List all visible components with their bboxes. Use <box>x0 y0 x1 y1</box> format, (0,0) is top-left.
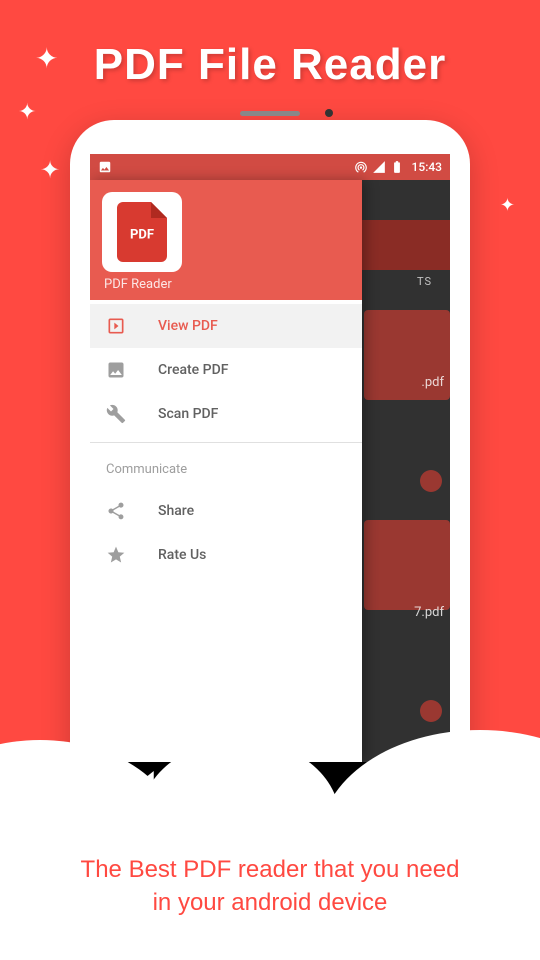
drawer-header: PDF PDF Reader <box>90 180 362 300</box>
drawer-item-label: Create PDF <box>158 362 228 378</box>
bg-tab-label: TS <box>417 275 432 288</box>
phone-frame: 15:43 TS .pdf 7.pdf <box>70 120 470 810</box>
share-icon <box>106 501 126 521</box>
sparkle-decoration: ✦ <box>40 156 60 184</box>
drawer-item-scan-pdf[interactable]: Scan PDF <box>90 392 362 436</box>
sparkle-decoration: ✦ <box>18 100 36 125</box>
drawer-item-label: View PDF <box>158 318 218 334</box>
bg-pdf-card <box>364 520 450 610</box>
phone-screen: 15:43 TS .pdf 7.pdf <box>90 154 450 762</box>
status-bar: 15:43 <box>90 154 450 180</box>
bg-file-label: .pdf <box>421 375 444 390</box>
drawer-subheader: Communicate <box>90 449 362 489</box>
drawer-item-view-pdf[interactable]: View PDF <box>90 304 362 348</box>
divider <box>90 442 362 443</box>
wrench-icon <box>106 404 126 424</box>
status-time: 15:43 <box>412 160 442 174</box>
tagline: The Best PDF reader that you need in you… <box>30 853 510 920</box>
bg-favorite-icon <box>420 700 442 722</box>
image-icon <box>106 360 126 380</box>
drawer-header-label: PDF Reader <box>104 277 172 292</box>
signal-icon <box>372 160 386 174</box>
drawer-item-label: Scan PDF <box>158 406 218 422</box>
drawer-item-rate-us[interactable]: Rate Us <box>90 533 362 577</box>
drawer-item-share[interactable]: Share <box>90 489 362 533</box>
battery-icon <box>390 160 404 174</box>
play-slideshow-icon <box>106 316 126 336</box>
bg-favorite-icon <box>420 470 442 492</box>
sparkle-decoration: ✦ <box>500 195 515 216</box>
app-icon: PDF <box>102 192 182 272</box>
image-icon <box>98 160 112 174</box>
bg-file-label: 7.pdf <box>414 605 444 620</box>
navigation-drawer: PDF PDF Reader View PDF <box>90 180 362 762</box>
app-promo-title: PDF File Reader <box>0 40 540 90</box>
tagline-line2: in your android device <box>30 886 510 920</box>
hotspot-icon <box>354 160 368 174</box>
drawer-item-label: Share <box>158 503 194 519</box>
drawer-item-label: Rate Us <box>158 547 206 563</box>
star-icon <box>106 545 126 565</box>
tagline-line1: The Best PDF reader that you need <box>30 853 510 887</box>
drawer-item-create-pdf[interactable]: Create PDF <box>90 348 362 392</box>
